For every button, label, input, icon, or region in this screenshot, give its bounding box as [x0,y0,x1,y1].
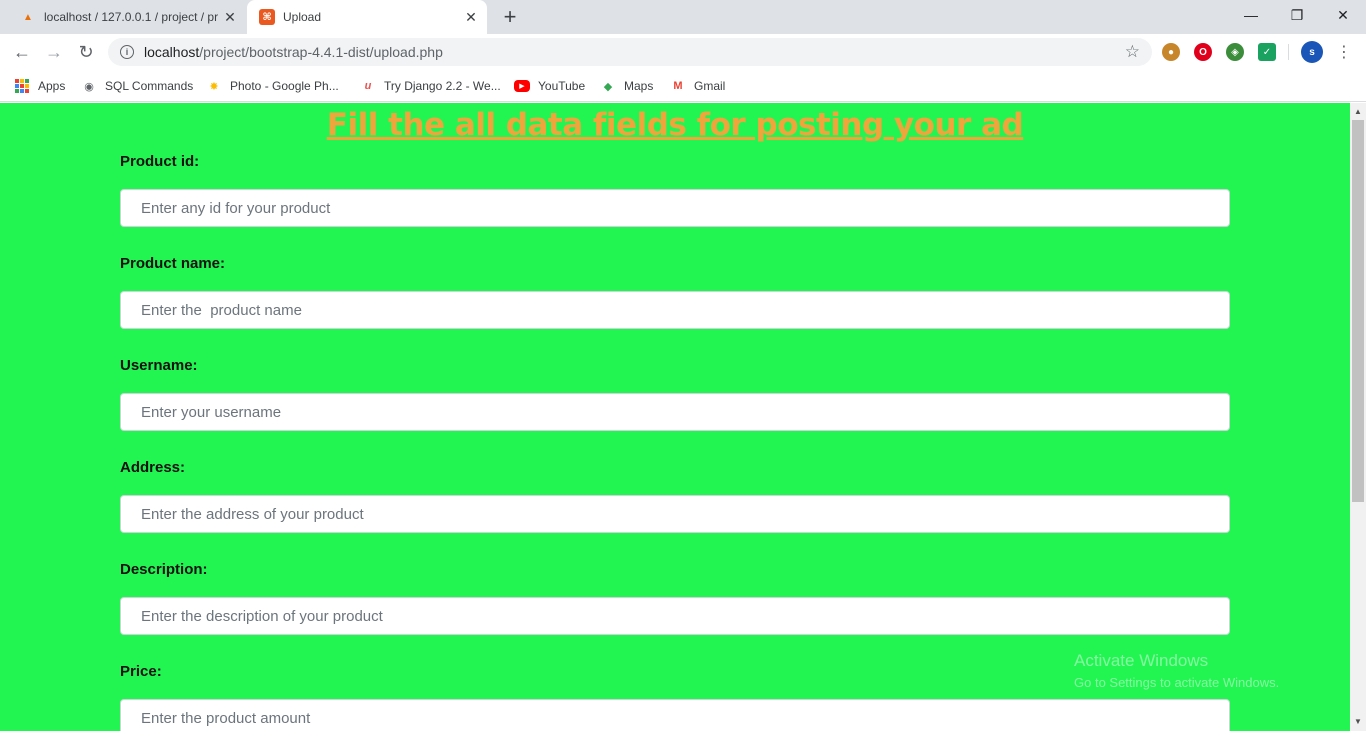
bookmark-maps[interactable]: ◆ Maps [600,76,654,96]
address-label: Address: [120,459,186,476]
product-id-input[interactable] [120,189,1230,227]
tab-upload[interactable]: ⌘ Upload ✕ [247,0,487,34]
bookmark-google-photos[interactable]: ✸ Photo - Google Ph... [206,76,339,96]
scroll-up-arrow-icon[interactable]: ▲ [1350,103,1366,119]
url-path: /project/bootstrap-4.4.1-dist/upload.php [199,44,443,60]
profile-avatar[interactable]: s [1301,41,1323,63]
bookmark-label: Gmail [694,79,726,93]
bookmark-label: Maps [624,79,654,93]
bookmarks-bar: Apps ◉ SQL Commands ✸ Photo - Google Ph.… [0,70,1366,102]
restore-button[interactable]: ❐ [1274,0,1320,30]
page-content: Fill the all data fields for posting you… [0,103,1350,731]
product-name-label: Product name: [120,255,226,272]
cookie-extension-icon[interactable]: ● [1162,43,1180,61]
description-label: Description: [120,561,208,578]
url-host: localhost [144,44,200,60]
maps-icon: ◆ [603,80,613,93]
forward-button[interactable]: → [40,38,68,66]
price-input[interactable] [120,699,1230,731]
close-tab-icon[interactable]: ✕ [461,7,481,27]
bookmark-gmail[interactable]: M Gmail [670,76,725,96]
reload-button[interactable]: ↻ [72,38,100,66]
gmail-icon: M [673,80,683,92]
vertical-scrollbar[interactable]: ▲ ▼ [1350,103,1366,731]
site-info-icon[interactable]: i [120,45,134,59]
browser-toolbar: ← → ↻ i localhost/project/bootstrap-4.4.… [0,34,1366,70]
tab-strip: ▲ localhost / 127.0.0.1 / project / pr ✕… [0,0,1366,34]
opera-extension-icon[interactable]: O [1194,43,1212,61]
username-input[interactable] [120,393,1230,431]
bookmark-try-django[interactable]: u Try Django 2.2 - We... [360,76,501,96]
bookmark-label: Photo - Google Ph... [230,79,339,93]
apps-grid-icon [14,78,30,94]
bookmark-label: Try Django 2.2 - We... [384,79,501,93]
globe-icon: ◉ [84,80,94,93]
back-button[interactable]: ← [8,38,36,66]
close-window-button[interactable]: ✕ [1320,0,1366,30]
tab-title: Upload [283,10,322,24]
globe-extension-icon[interactable]: ◈ [1226,43,1244,61]
page-heading: Fill the all data fields for posting you… [326,107,1024,143]
address-bar[interactable]: i localhost/project/bootstrap-4.4.1-dist… [108,38,1152,66]
bookmark-sql-commands[interactable]: ◉ SQL Commands [81,76,193,96]
watermark-title: Activate Windows [1074,651,1209,670]
bookmark-star-icon[interactable]: ☆ [1125,42,1140,62]
bookmark-youtube[interactable]: ▶ YouTube [514,76,585,96]
toolbar-divider [1288,44,1289,60]
shield-extension-icon[interactable]: ✓ [1258,43,1276,61]
price-label: Price: [120,663,162,680]
scrollbar-thumb[interactable] [1352,120,1364,502]
scroll-down-arrow-icon[interactable]: ▼ [1350,713,1366,729]
windows-activation-watermark: Activate Windows Go to Settings to activ… [1074,651,1279,690]
close-tab-icon[interactable]: ✕ [220,7,240,27]
url-text[interactable]: localhost/project/bootstrap-4.4.1-dist/u… [144,44,1125,60]
phpmyadmin-icon: ▲ [23,11,33,23]
tab-title: localhost / 127.0.0.1 / project / pr [44,10,219,24]
tab-phpmyadmin[interactable]: ▲ localhost / 127.0.0.1 / project / pr ✕ [8,0,246,34]
product-id-label: Product id: [120,153,200,170]
youtube-icon: ▶ [514,80,530,92]
bookmark-label: YouTube [538,79,586,93]
udemy-icon: u [364,80,372,92]
bookmark-label: SQL Commands [105,79,194,93]
new-tab-button[interactable]: + [498,4,522,29]
address-input[interactable] [120,495,1230,533]
description-input[interactable] [120,597,1230,635]
google-photos-icon: ✸ [209,80,219,93]
product-name-input[interactable] [120,291,1230,329]
upload-favicon: ⌘ [259,9,275,25]
bookmark-label: Apps [38,79,66,93]
watermark-subtitle: Go to Settings to activate Windows. [1074,675,1280,690]
minimize-button[interactable]: — [1228,0,1274,30]
username-label: Username: [120,357,198,374]
bookmark-apps[interactable]: Apps [14,76,65,96]
menu-icon[interactable]: ⋮ [1334,42,1354,62]
